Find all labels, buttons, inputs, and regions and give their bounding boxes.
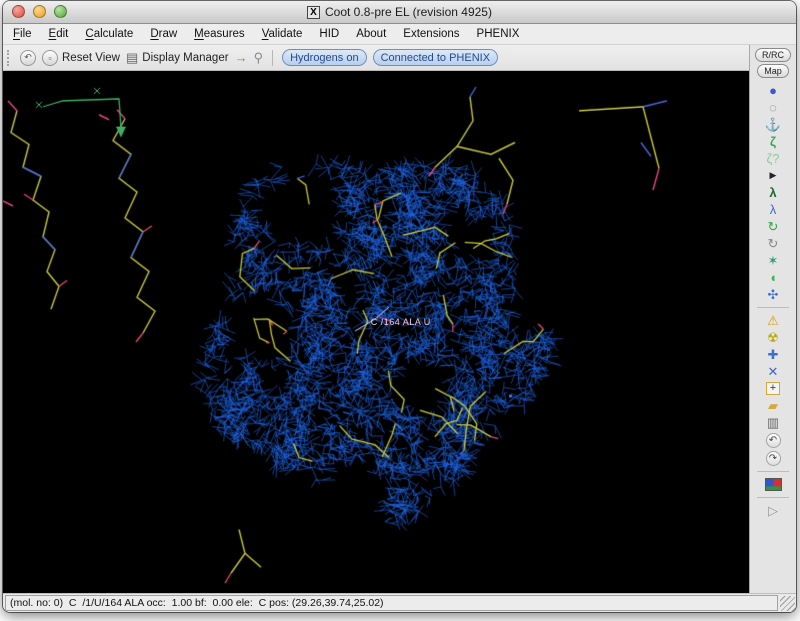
redo-icon[interactable]: ↷ bbox=[766, 451, 781, 466]
mutate-brush-icon[interactable]: ▰ bbox=[761, 397, 785, 414]
menu-phenix[interactable]: PHENIX bbox=[477, 28, 520, 40]
add-terminal-residue-icon[interactable]: ✚ bbox=[761, 346, 785, 363]
go-to-ligand-icon[interactable]: ⚲ bbox=[254, 51, 264, 64]
menu-about[interactable]: About bbox=[356, 28, 386, 40]
place-atom-icon[interactable]: + bbox=[766, 382, 780, 395]
window-title: Coot 0.8-pre EL (revision 4925) bbox=[325, 5, 492, 19]
modelling-toolbar: ●◌⚓ζζ?▶λλ↻↻✶◖✣⚠☢✚✕+▰▥↶↷▷ bbox=[750, 82, 796, 519]
menu-hid[interactable]: HID bbox=[319, 28, 339, 40]
anchor-icon[interactable]: ⚓ bbox=[761, 116, 785, 133]
menubar: File Edit Calculate Draw Measures Validate HID… bbox=[3, 24, 796, 45]
menu-edit[interactable]: Edit bbox=[49, 28, 69, 40]
titlebar[interactable]: X Coot 0.8-pre EL (revision 4925) bbox=[3, 1, 796, 24]
toolbar-handle[interactable] bbox=[7, 50, 13, 66]
auto-fit-rotamer-icon[interactable]: ↻ bbox=[761, 218, 785, 235]
window-controls bbox=[12, 5, 67, 18]
rigid-body-fit-icon[interactable]: λ bbox=[761, 184, 785, 201]
status-text: (mol. no: 0) C /1/U/164 ALA occ: 1.00 bf… bbox=[5, 595, 778, 611]
reset-view-button[interactable]: ▫ Reset View bbox=[42, 50, 120, 66]
map-button[interactable]: Map bbox=[757, 64, 789, 78]
title-area: X Coot 0.8-pre EL (revision 4925) bbox=[307, 5, 492, 19]
phenix-connection-button[interactable]: Connected to PHENIX bbox=[373, 49, 498, 66]
resize-grip[interactable] bbox=[780, 596, 795, 611]
zoom-button[interactable] bbox=[54, 5, 67, 18]
menu-extensions[interactable]: Extensions bbox=[403, 28, 459, 40]
regularize-zone-icon[interactable]: ζ? bbox=[761, 150, 785, 167]
close-button[interactable] bbox=[12, 5, 25, 18]
toolbar-separator bbox=[272, 50, 273, 66]
toolbar-separator bbox=[757, 471, 789, 472]
edit-chi-angles-icon[interactable]: ✶ bbox=[761, 252, 785, 269]
pep-flip-warning-icon[interactable]: ⚠ bbox=[761, 312, 785, 329]
rrc-button[interactable]: R/RC bbox=[755, 48, 791, 62]
reset-view-label: Reset View bbox=[62, 52, 120, 64]
minimize-button[interactable] bbox=[33, 5, 46, 18]
expander-icon[interactable]: ▶ bbox=[761, 167, 785, 184]
atom-label: C /164 ALA U bbox=[371, 317, 431, 327]
coot-window: X Coot 0.8-pre EL (revision 4925) File Ed… bbox=[3, 1, 796, 612]
rotamers-icon[interactable]: ↻ bbox=[761, 235, 785, 252]
side-chain-flip-icon[interactable]: ◖ bbox=[761, 269, 785, 286]
reset-view-icon: ▫ bbox=[42, 50, 58, 66]
display-manager-label: Display Manager bbox=[142, 52, 228, 64]
menu-validate[interactable]: Validate bbox=[262, 28, 303, 40]
toolbar-separator bbox=[757, 307, 789, 308]
go-to-atom-icon[interactable]: → bbox=[235, 51, 248, 64]
statusbar: (mol. no: 0) C /1/U/164 ALA occ: 1.00 bf… bbox=[3, 593, 796, 612]
display-manager-button[interactable]: ▤ Display Manager bbox=[126, 51, 229, 64]
rotate-translate-icon[interactable]: λ bbox=[761, 201, 785, 218]
menu-measures[interactable]: Measures bbox=[194, 28, 245, 40]
jiggle-fit-icon[interactable]: ✣ bbox=[761, 286, 785, 303]
sphere-icon[interactable]: ● bbox=[761, 82, 785, 99]
display-manager-icon: ▤ bbox=[126, 51, 138, 64]
undo-icon[interactable]: ↶ bbox=[766, 433, 781, 448]
add-alt-conf-icon[interactable]: ✕ bbox=[761, 363, 785, 380]
toolbar-separator bbox=[757, 497, 789, 498]
dashed-circle-icon[interactable]: ◌ bbox=[761, 99, 785, 116]
more-tools-expander-icon[interactable]: ▷ bbox=[761, 502, 785, 519]
main-toolbar: ↶ ▫ Reset View ▤ Display Manager → ⚲ Hyd… bbox=[3, 45, 749, 71]
right-panel: R/RC Map ●◌⚓ζζ?▶λλ↻↻✶◖✣⚠☢✚✕+▰▥↶↷▷ bbox=[749, 45, 796, 593]
gl-viewport[interactable]: C /164 ALA U bbox=[3, 71, 749, 593]
back-arrow-button[interactable]: ↶ bbox=[20, 50, 36, 66]
menu-file[interactable]: File bbox=[13, 28, 32, 40]
hydrogens-toggle-button[interactable]: Hydrogens on bbox=[282, 49, 367, 66]
radiation-icon[interactable]: ☢ bbox=[761, 329, 785, 346]
delete-icon[interactable]: ▥ bbox=[761, 414, 785, 431]
menu-draw[interactable]: Draw bbox=[150, 28, 177, 40]
real-space-refine-icon[interactable]: ζ bbox=[761, 133, 785, 150]
molecule-canvas[interactable] bbox=[3, 71, 749, 593]
x11-app-icon: X bbox=[307, 6, 320, 19]
refmac-flag-icon[interactable] bbox=[765, 478, 782, 491]
menu-calculate[interactable]: Calculate bbox=[85, 28, 133, 40]
back-arrow-icon: ↶ bbox=[24, 52, 32, 63]
